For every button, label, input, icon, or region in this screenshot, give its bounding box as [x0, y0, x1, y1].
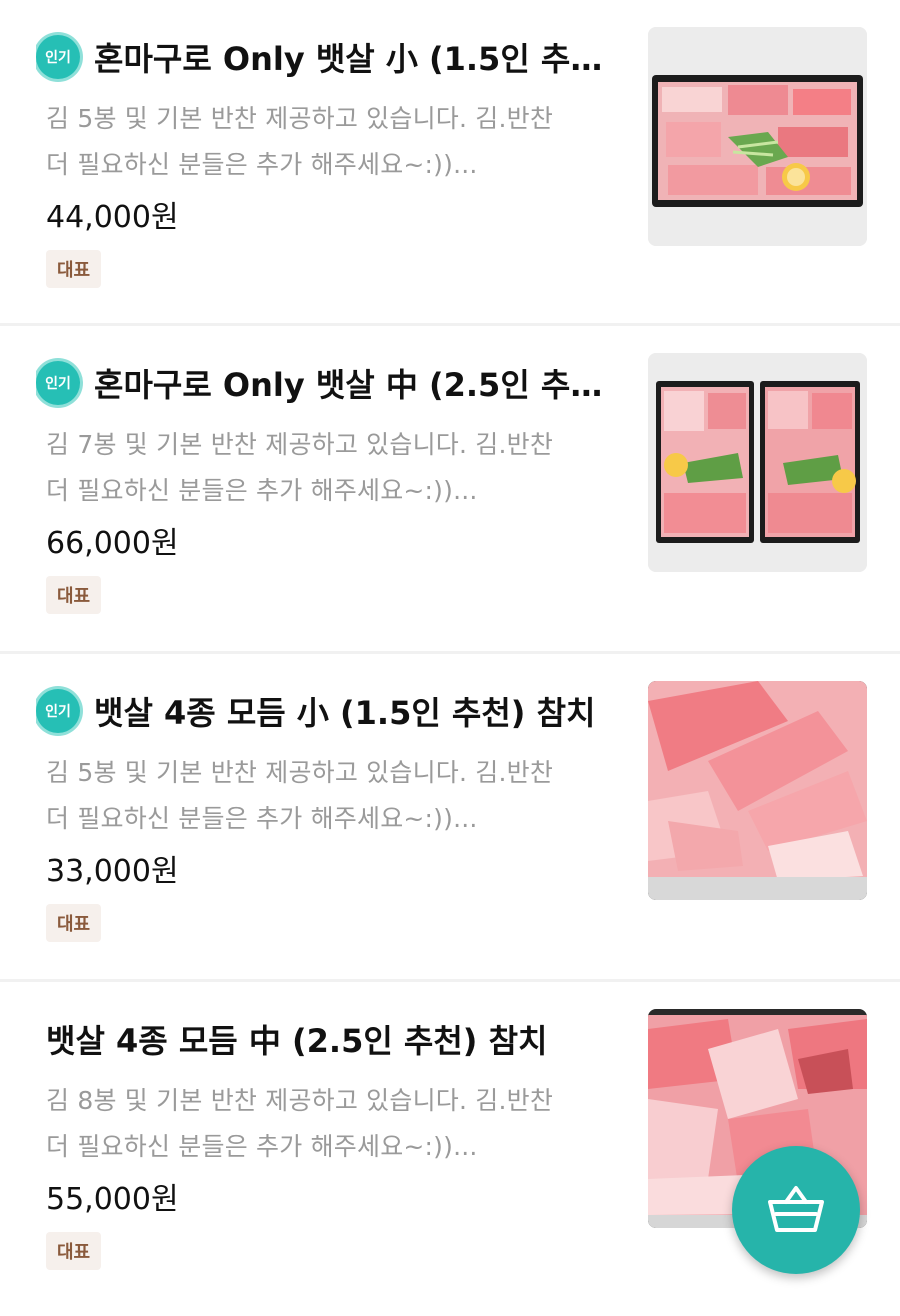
menu-item[interactable]: 인기 혼마구로 Only 뱃살 中 (2.5인 추천) 참치 김 7봉 및 기본…: [0, 326, 900, 654]
shopping-basket-icon: [768, 1186, 824, 1232]
popular-badge: 인기: [36, 689, 80, 733]
menu-item-description: 김 5봉 및 기본 반찬 제공하고 있습니다. 김.반찬 더 필요하신 분들은 …: [46, 750, 630, 842]
menu-item-description-line: 더 필요하신 분들은 추가 해주세요~:))...: [46, 150, 478, 179]
menu-item-title-row: 인기 뱃살 4종 모듬 小 (1.5인 추천) 참치: [36, 686, 626, 736]
representative-tag: 대표: [46, 250, 102, 288]
menu-item-photo: [648, 353, 867, 572]
menu-item-description: 김 8봉 및 기본 반찬 제공하고 있습니다. 김.반찬 더 필요하신 분들은 …: [46, 1078, 630, 1170]
menu-item-title: 혼마구로 Only 뱃살 中 (2.5인 추천) 참치: [94, 366, 626, 404]
representative-tag: 대표: [46, 576, 102, 614]
menu-item-photo: [648, 27, 867, 246]
menu-item-price: 44,000원: [46, 200, 179, 235]
menu-item-description: 김 7봉 및 기본 반찬 제공하고 있습니다. 김.반찬 더 필요하신 분들은 …: [46, 422, 630, 514]
popular-badge: 인기: [36, 35, 80, 79]
menu-item-description-line: 김 7봉 및 기본 반찬 제공하고 있습니다. 김.반찬: [46, 430, 554, 459]
menu-item-title: 뱃살 4종 모듬 小 (1.5인 추천) 참치: [94, 694, 596, 732]
menu-item-photo: [648, 681, 867, 900]
menu-item-description-line: 더 필요하신 분들은 추가 해주세요~:))...: [46, 1132, 478, 1161]
menu-item-title: 뱃살 4종 모듬 中 (2.5인 추천) 참치: [46, 1022, 548, 1060]
menu-item-price: 66,000원: [46, 526, 179, 561]
menu-item-title-row: 뱃살 4종 모듬 中 (2.5인 추천) 참치: [46, 1014, 636, 1064]
cart-button[interactable]: [732, 1146, 860, 1274]
menu-item-description-line: 더 필요하신 분들은 추가 해주세요~:))...: [46, 804, 478, 833]
representative-tag: 대표: [46, 904, 102, 942]
popular-badge: 인기: [36, 361, 80, 405]
menu-item-price: 33,000원: [46, 854, 179, 889]
representative-tag: 대표: [46, 1232, 102, 1270]
menu-item-title-row: 인기 혼마구로 Only 뱃살 中 (2.5인 추천) 참치: [36, 358, 626, 408]
menu-item-description-line: 더 필요하신 분들은 추가 해주세요~:))...: [46, 476, 478, 505]
menu-item-title: 혼마구로 Only 뱃살 小 (1.5인 추천) 참치: [94, 40, 626, 78]
menu-item[interactable]: 인기 뱃살 4종 모듬 小 (1.5인 추천) 참치 김 5봉 및 기본 반찬 …: [0, 654, 900, 982]
menu-item-description-line: 김 5봉 및 기본 반찬 제공하고 있습니다. 김.반찬: [46, 104, 554, 133]
tuna-platter-image: [648, 27, 867, 246]
tuna-platter-image: [648, 353, 867, 572]
menu-list: 인기 혼마구로 Only 뱃살 小 (1.5인 추천) 참치 김 5봉 및 기본…: [0, 0, 900, 1316]
menu-item-price: 55,000원: [46, 1182, 179, 1217]
menu-item-title-row: 인기 혼마구로 Only 뱃살 小 (1.5인 추천) 참치: [36, 32, 626, 82]
menu-item-description: 김 5봉 및 기본 반찬 제공하고 있습니다. 김.반찬 더 필요하신 분들은 …: [46, 96, 630, 188]
menu-item-description-line: 김 5봉 및 기본 반찬 제공하고 있습니다. 김.반찬: [46, 758, 554, 787]
menu-item-description-line: 김 8봉 및 기본 반찬 제공하고 있습니다. 김.반찬: [46, 1086, 554, 1115]
tuna-platter-image: [648, 681, 867, 900]
menu-item[interactable]: 인기 혼마구로 Only 뱃살 小 (1.5인 추천) 참치 김 5봉 및 기본…: [0, 0, 900, 326]
